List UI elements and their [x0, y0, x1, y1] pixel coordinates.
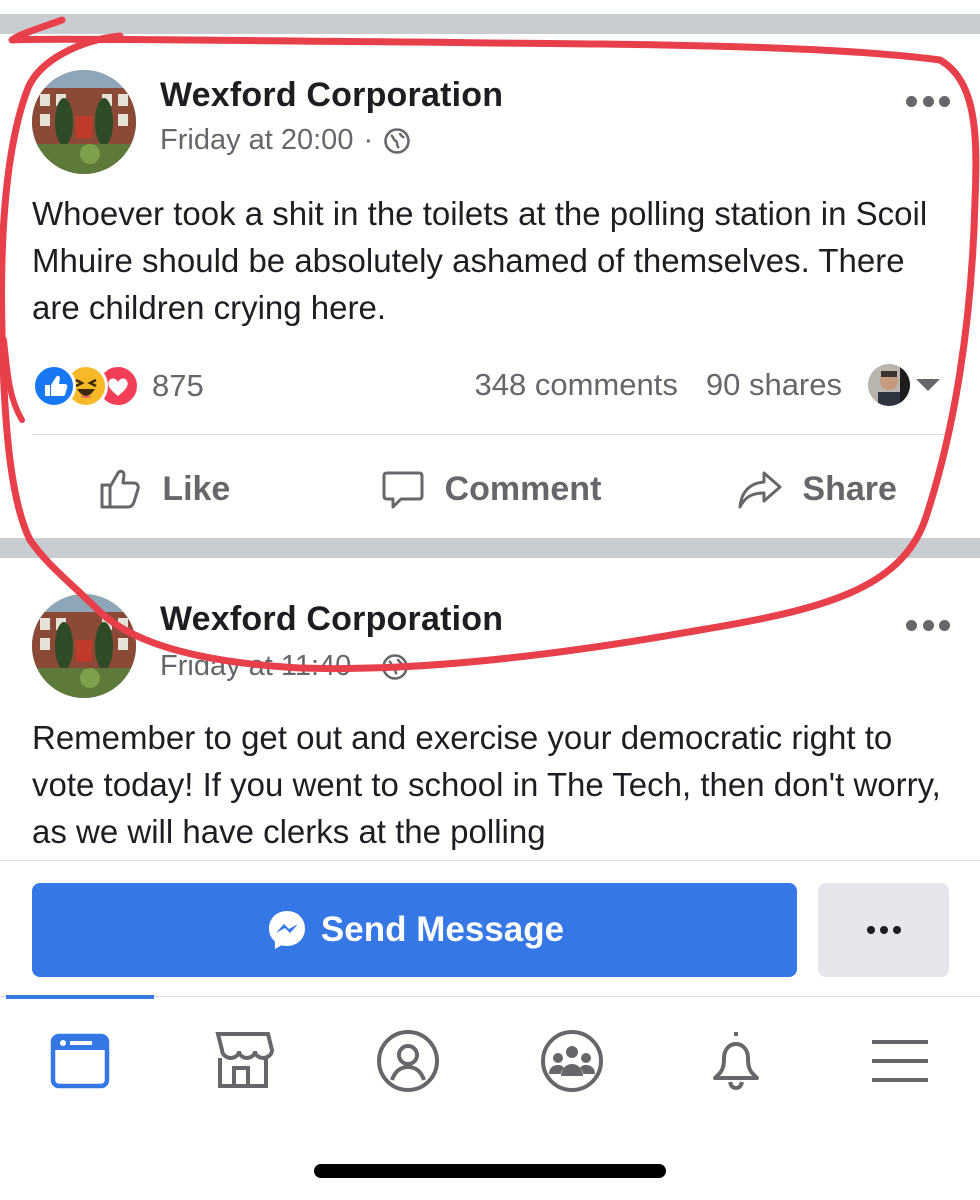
messenger-icon [268, 911, 305, 949]
meta-separator: · [363, 124, 374, 156]
comment-icon [382, 471, 424, 509]
audience-caret-icon[interactable] [916, 379, 940, 391]
post-text: Remember to get out and exercise your de… [32, 719, 941, 850]
engagement-summary: 348 comments 90 shares [475, 364, 940, 406]
like-button[interactable]: Like [0, 454, 327, 524]
meta-separator: · [361, 650, 371, 682]
post-meta: Friday at 11:40 · [160, 650, 409, 683]
post-card: Wexford Corporation Friday at 20:00 · Wh… [0, 34, 980, 538]
comment-label: Comment [444, 469, 602, 508]
page-action-bar: Send Message [0, 860, 980, 996]
like-reaction-icon [32, 364, 76, 408]
comments-count[interactable]: 348 comments [475, 367, 678, 403]
post-text: Whoever took a shit in the toilets at th… [32, 195, 928, 326]
share-icon [738, 471, 782, 509]
home-indicator [314, 1164, 666, 1178]
page-avatar[interactable] [32, 70, 136, 174]
post-timestamp[interactable]: Friday at 11:40 [160, 650, 351, 683]
feed-separator [0, 538, 980, 558]
thumbs-up-icon [100, 469, 141, 509]
page-name[interactable]: Wexford Corporation [160, 76, 503, 115]
active-tab-indicator [6, 995, 154, 999]
news-feed-icon[interactable] [40, 1021, 120, 1101]
post-options-icon[interactable] [906, 618, 950, 632]
globe-icon [382, 653, 408, 680]
groups-icon[interactable] [532, 1021, 612, 1101]
share-label: Share [802, 469, 897, 508]
more-options-button[interactable] [818, 883, 949, 977]
like-label: Like [162, 469, 231, 508]
menu-icon[interactable] [860, 1021, 940, 1101]
page-name[interactable]: Wexford Corporation [160, 600, 503, 639]
post-actions: Like Comment Share [0, 454, 980, 524]
shares-count[interactable]: 90 shares [706, 367, 842, 403]
bottom-tab-bar [0, 995, 980, 1116]
notifications-icon[interactable] [696, 1021, 776, 1101]
feed-separator [0, 0, 980, 34]
divider [32, 434, 948, 435]
profile-icon[interactable] [368, 1021, 448, 1101]
viewer-avatar[interactable] [868, 364, 910, 406]
comment-button[interactable]: Comment [327, 454, 654, 524]
page-avatar[interactable] [32, 594, 136, 698]
marketplace-icon[interactable] [203, 1021, 283, 1101]
send-message-label: Send Message [320, 910, 565, 949]
globe-icon [384, 127, 410, 154]
send-message-button[interactable]: Send Message [32, 883, 797, 977]
post-card: Wexford Corporation Friday at 11:40 · Re… [0, 558, 980, 860]
reaction-count: 875 [152, 368, 204, 403]
post-options-icon[interactable] [906, 94, 950, 108]
reaction-summary[interactable]: 875 [32, 364, 204, 408]
post-timestamp[interactable]: Friday at 20:00 [160, 124, 353, 157]
share-button[interactable]: Share [653, 454, 980, 524]
post-meta: Friday at 20:00 · [160, 124, 411, 157]
